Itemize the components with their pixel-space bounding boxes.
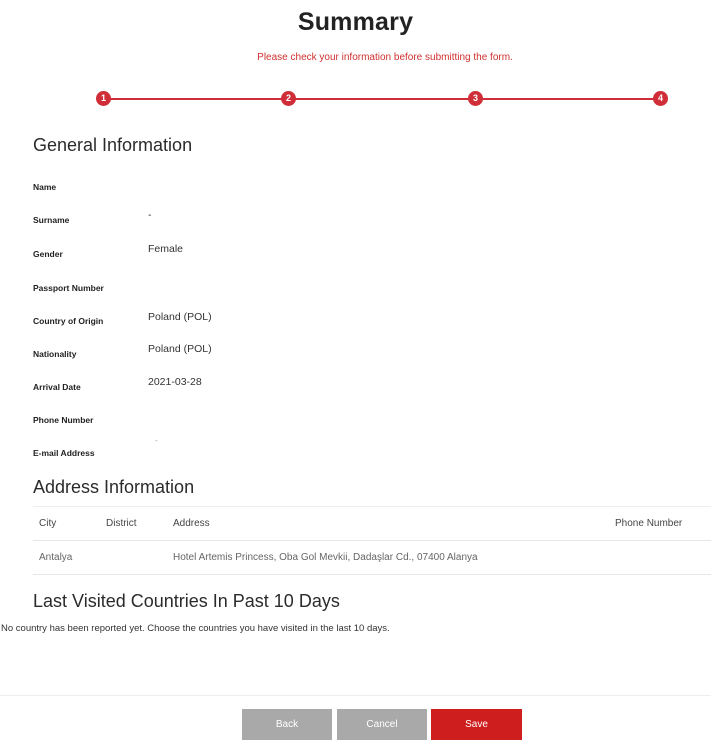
save-button[interactable]: Save bbox=[431, 709, 522, 740]
cancel-button[interactable]: Cancel bbox=[337, 709, 427, 740]
general-information-heading: General Information bbox=[33, 135, 193, 155]
field-value-nationality: Poland (POL) bbox=[148, 343, 212, 355]
field-value-email-address: - bbox=[155, 436, 158, 445]
column-header-district: District bbox=[106, 518, 137, 529]
step-1: 1 bbox=[96, 91, 111, 106]
field-value-arrival-date: 2021-03-28 bbox=[148, 376, 202, 388]
field-label-passport-number: Passport Number bbox=[33, 283, 104, 293]
field-label-email-address: E-mail Address bbox=[33, 448, 95, 458]
address-information-heading: Address Information bbox=[33, 477, 195, 497]
visited-countries-note: No country has been reported yet. Choose… bbox=[1, 623, 390, 634]
field-label-arrival-date: Arrival Date bbox=[33, 382, 81, 392]
column-header-address: Address bbox=[173, 518, 210, 529]
address-address-cell: Hotel Artemis Princess, Oba Gol Mevkii, … bbox=[173, 552, 478, 563]
page-title: Summary bbox=[297, 8, 414, 36]
page-subtitle: Please check your information before sub… bbox=[257, 52, 513, 63]
field-label-surname: Surname bbox=[33, 215, 70, 225]
field-label-country-of-origin: Country of Origin bbox=[33, 316, 104, 326]
field-value-surname: - bbox=[148, 209, 152, 221]
column-header-phone-number: Phone Number bbox=[615, 518, 683, 529]
table-row: Antalya Hotel Artemis Princess, Oba Gol … bbox=[33, 541, 711, 575]
address-city-cell: Antalya bbox=[39, 552, 73, 563]
step-2: 2 bbox=[281, 91, 296, 106]
stepper-line bbox=[102, 98, 662, 100]
field-value-gender: Female bbox=[148, 243, 184, 255]
field-label-nationality: Nationality bbox=[33, 349, 77, 359]
step-3: 3 bbox=[468, 91, 483, 106]
field-label-name: Name bbox=[33, 182, 57, 192]
field-label-phone-number: Phone Number bbox=[33, 415, 94, 425]
column-header-city: City bbox=[39, 518, 57, 529]
footer-divider bbox=[0, 695, 711, 696]
back-button[interactable]: Back bbox=[242, 709, 332, 740]
progress-stepper: 1 2 3 4 bbox=[96, 91, 668, 107]
visited-countries-heading: Last Visited Countries In Past 10 Days bbox=[33, 591, 340, 611]
field-label-gender: Gender bbox=[33, 249, 63, 259]
address-table: City District Address Phone Number Antal… bbox=[33, 506, 711, 575]
step-4: 4 bbox=[653, 91, 668, 106]
field-value-country-of-origin: Poland (POL) bbox=[148, 311, 212, 323]
address-table-header: City District Address Phone Number bbox=[33, 507, 711, 541]
